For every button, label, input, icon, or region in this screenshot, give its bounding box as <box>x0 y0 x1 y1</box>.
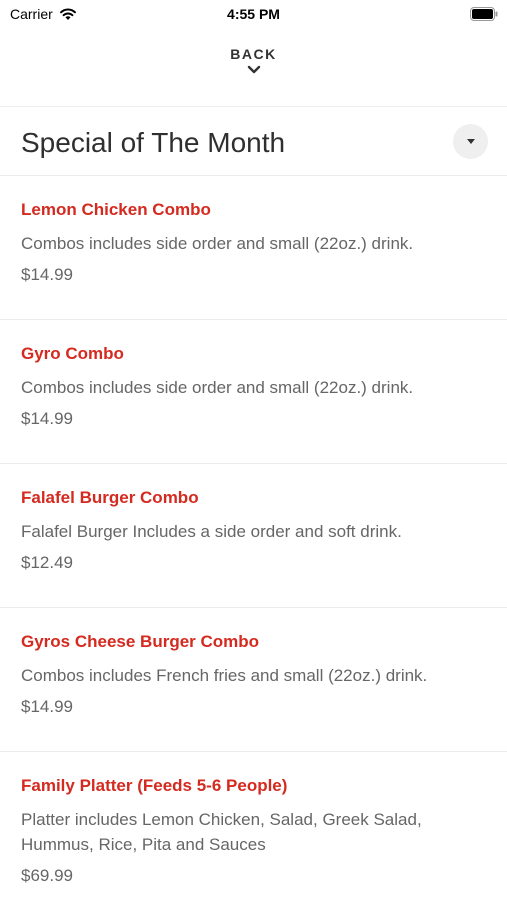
battery-icon <box>470 7 498 21</box>
item-description: Combos includes side order and small (22… <box>21 234 414 253</box>
back-label: BACK <box>230 46 277 62</box>
item-description: Falafel Burger Includes a side order and… <box>21 522 402 541</box>
item-description: Platter includes Lemon Chicken, Salad, G… <box>21 810 422 854</box>
menu-item[interactable]: Gyros Cheese Burger Combo Combos include… <box>0 608 507 752</box>
chevron-down-icon <box>247 65 260 74</box>
item-name: Gyros Cheese Burger Combo <box>21 632 260 651</box>
menu-list: Lemon Chicken Combo Combos includes side… <box>0 176 507 900</box>
menu-item[interactable]: Lemon Chicken Combo Combos includes side… <box>0 176 507 320</box>
status-bar: Carrier 4:55 PM <box>0 0 507 30</box>
item-name: Falafel Burger Combo <box>21 488 199 507</box>
status-time: 4:55 PM <box>227 6 280 22</box>
menu-item[interactable]: Gyro Combo Combos includes side order an… <box>0 320 507 464</box>
item-price: $14.99 <box>21 409 73 428</box>
category-dropdown-button[interactable] <box>453 124 488 159</box>
menu-item[interactable]: Family Platter (Feeds 5-6 People) Platte… <box>0 752 507 900</box>
item-description: Combos includes French fries and small (… <box>21 666 428 685</box>
caret-down-icon <box>466 139 475 144</box>
item-price: $12.49 <box>21 553 73 572</box>
back-button[interactable]: BACK <box>0 46 507 92</box>
item-name: Family Platter (Feeds 5-6 People) <box>21 776 288 795</box>
item-price: $69.99 <box>21 866 73 885</box>
item-price: $14.99 <box>21 265 73 284</box>
menu-item[interactable]: Falafel Burger Combo Falafel Burger Incl… <box>0 464 507 608</box>
item-name: Gyro Combo <box>21 344 124 363</box>
section-header: Special of The Month <box>0 107 507 175</box>
item-price: $14.99 <box>21 697 73 716</box>
item-description: Combos includes side order and small (22… <box>21 378 414 397</box>
item-name: Lemon Chicken Combo <box>21 200 211 219</box>
section-title: Special of The Month <box>21 127 286 158</box>
